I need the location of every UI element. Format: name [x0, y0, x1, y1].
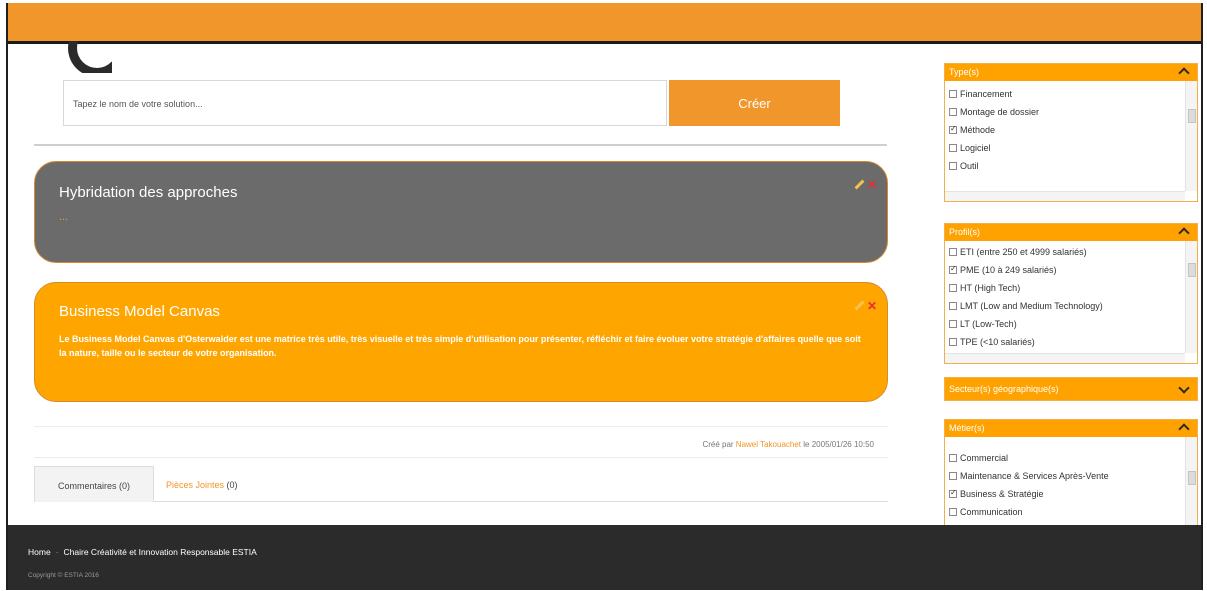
checkbox[interactable]	[949, 302, 957, 310]
horizontal-scrollbar[interactable]	[945, 191, 1185, 201]
checkbox-option[interactable]: Méthode	[945, 121, 1197, 139]
edit-icon[interactable]	[854, 301, 864, 311]
tabs: Commentaires (0) Pièces Jointes (0)	[34, 466, 888, 502]
jobs-list: Commercial Maintenance & Services Après-…	[945, 437, 1197, 527]
checkbox-option[interactable]: Maintenance & Services Après-Vente	[945, 467, 1197, 485]
breadcrumb-chair[interactable]: Chaire Créativité et Innovation Responsa…	[64, 547, 257, 557]
panel-title: Type(s)	[949, 67, 980, 77]
checkbox[interactable]	[949, 248, 957, 256]
checkbox-option[interactable]: Business & Stratégie	[945, 485, 1197, 503]
delete-icon[interactable]: ✕	[867, 179, 877, 191]
checkbox-option[interactable]: HT (High Tech)	[945, 279, 1197, 297]
horizontal-scrollbar[interactable]	[945, 353, 1185, 363]
jobs-panel-header[interactable]: Métier(s)	[945, 420, 1197, 437]
checkbox[interactable]	[949, 108, 957, 116]
breadcrumb: Home · Chaire Créativité et Innovation Res…	[28, 547, 257, 557]
checkbox-option[interactable]: TPE (<10 salariés)	[945, 333, 1197, 351]
checkbox-option[interactable]: Outil	[945, 157, 1197, 175]
chevron-up-icon[interactable]	[1178, 421, 1189, 432]
edit-icon[interactable]	[854, 180, 864, 190]
card-title: Business Model Canvas	[59, 303, 220, 320]
sectors-panel-header[interactable]: Secteur(s) géographique(s)	[945, 378, 1197, 400]
creation-meta: Créé par Nawel Takouachet le 2005/01/26 …	[34, 426, 888, 458]
tab-comments[interactable]: Commentaires (0)	[34, 466, 154, 502]
types-panel-header[interactable]: Type(s)	[945, 64, 1197, 81]
profiles-list: ETI (entre 250 et 4999 salariés) PME (10…	[945, 241, 1197, 363]
checkbox-option[interactable]: PME (10 à 249 salariés)	[945, 261, 1197, 279]
copyright: Copyright © ESTIA 2016	[28, 572, 99, 579]
tab-attachments[interactable]: Pièces Jointes (0)	[166, 466, 286, 502]
page-frame: Tapez le nom de votre solution... Créer …	[6, 3, 1203, 590]
tab-attachments-count: (0)	[226, 480, 238, 490]
vertical-scrollbar[interactable]	[1185, 437, 1197, 527]
card-actions: ✕	[854, 300, 877, 312]
profiles-panel: Profil(s) ETI (entre 250 et 4999 salarié…	[944, 223, 1198, 364]
breadcrumb-separator: ·	[55, 547, 59, 557]
footer: Home · Chaire Créativité et Innovation Res…	[8, 525, 1201, 590]
checkbox-option[interactable]: Logiciel	[945, 139, 1197, 157]
chevron-up-icon[interactable]	[1178, 65, 1189, 76]
checkbox-option[interactable]: Financement	[945, 85, 1197, 103]
checkbox[interactable]	[949, 320, 957, 328]
checkbox-option[interactable]: LMT (Low and Medium Technology)	[945, 297, 1197, 315]
checkbox-option[interactable]: Commercial	[945, 449, 1197, 467]
checkbox[interactable]	[949, 144, 957, 152]
panel-title: Profil(s)	[949, 227, 980, 237]
breadcrumb-home[interactable]: Home	[28, 547, 51, 557]
logo-icon	[68, 41, 112, 73]
card-title: Hybridation des approches	[59, 184, 238, 201]
checkbox[interactable]	[949, 454, 957, 462]
meta-prefix: Créé par	[702, 440, 734, 449]
types-list: Financement Montage de dossier Méthode L…	[945, 81, 1197, 201]
checkbox[interactable]	[949, 488, 957, 498]
checkbox[interactable]	[949, 338, 957, 346]
jobs-panel: Métier(s) Commercial Maintenance & Servi…	[944, 419, 1198, 527]
delete-icon[interactable]: ✕	[867, 300, 877, 312]
chevron-down-icon[interactable]	[1178, 384, 1189, 395]
create-button[interactable]: Créer	[669, 80, 840, 126]
vertical-scrollbar[interactable]	[1185, 81, 1197, 191]
checkbox[interactable]	[949, 124, 957, 134]
panel-title: Métier(s)	[949, 423, 985, 433]
checkbox-option[interactable]: LT (Low-Tech)	[945, 315, 1197, 333]
checkbox-option[interactable]: Communication	[945, 503, 1197, 521]
checkbox[interactable]	[949, 90, 957, 98]
author-link[interactable]: Nawel Takouachet	[736, 440, 801, 449]
top-bar	[8, 3, 1201, 44]
tab-attachments-label: Pièces Jointes	[166, 480, 225, 490]
solution-card-business-model-canvas[interactable]: Business Model Canvas Le Business Model …	[34, 282, 888, 402]
checkbox-option[interactable]: ETI (entre 250 et 4999 salariés)	[945, 243, 1197, 261]
vertical-scrollbar[interactable]	[1185, 241, 1197, 353]
checkbox[interactable]	[949, 162, 957, 170]
sectors-panel: Secteur(s) géographique(s)	[944, 377, 1198, 401]
checkbox[interactable]	[949, 264, 957, 274]
meta-date: le 2005/01/26 10:50	[803, 440, 874, 449]
types-panel: Type(s) Financement Montage de dossier M…	[944, 63, 1198, 202]
card-description: Le Business Model Canvas d'Osterwalder e…	[59, 334, 861, 358]
solution-card-hybridation[interactable]: Hybridation des approches ... ✕	[34, 161, 888, 263]
checkbox-option[interactable]: Montage de dossier	[945, 103, 1197, 121]
card-description: ...	[59, 211, 69, 223]
checkbox[interactable]	[949, 508, 957, 516]
solution-name-input[interactable]: Tapez le nom de votre solution...	[63, 80, 667, 126]
card-actions: ✕	[854, 179, 877, 191]
checkbox[interactable]	[949, 472, 957, 480]
checkbox[interactable]	[949, 284, 957, 292]
profiles-panel-header[interactable]: Profil(s)	[945, 224, 1197, 241]
chevron-up-icon[interactable]	[1178, 225, 1189, 236]
separator	[34, 144, 887, 146]
panel-title: Secteur(s) géographique(s)	[949, 384, 1059, 394]
